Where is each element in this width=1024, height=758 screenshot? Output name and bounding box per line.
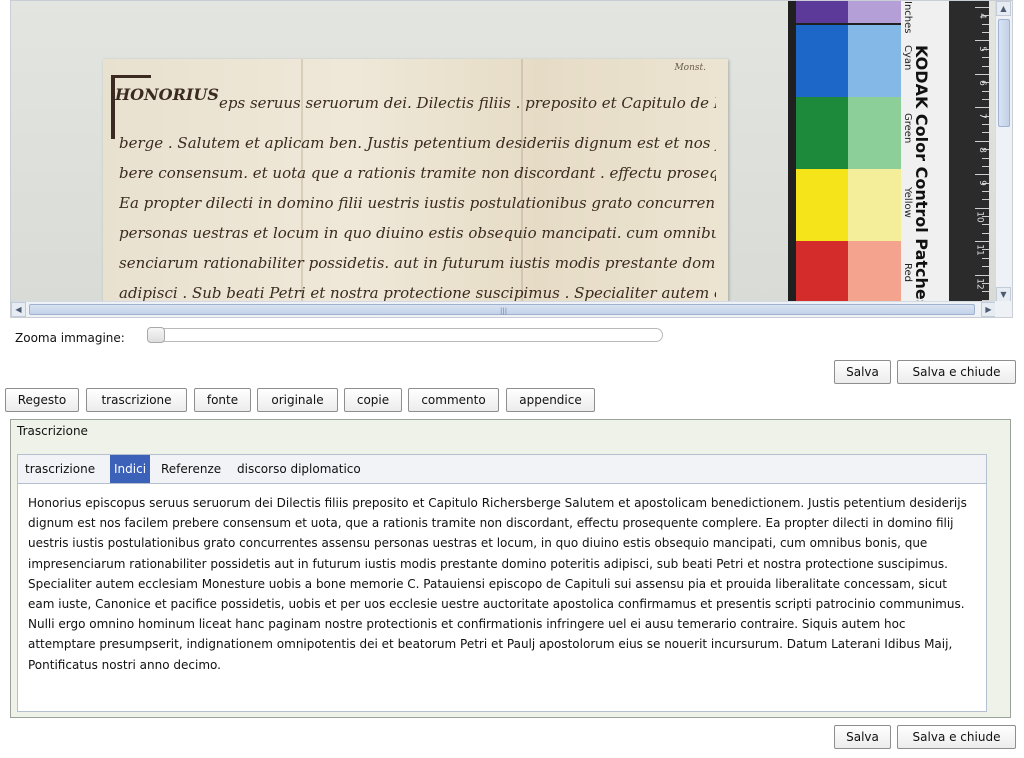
ruler-tick: [982, 32, 989, 34]
scrollbar-corner: [995, 301, 1012, 317]
transcription-panel: Trascrizione trascrizione Indici Referen…: [10, 419, 1011, 718]
horizontal-scrollbar[interactable]: ◀ ||| ▶: [11, 301, 996, 317]
panel-tab-indici[interactable]: Indici: [110, 455, 151, 483]
color-patch-cyan: [848, 25, 902, 97]
ruler-tick: [982, 132, 989, 134]
kodak-label-green: Green: [902, 113, 913, 144]
vertical-scrollbar[interactable]: ▲ ▼: [995, 1, 1012, 302]
color-patch-red: [848, 241, 902, 302]
color-patch-yellow: [848, 169, 902, 241]
ruler-number: 5: [977, 46, 988, 53]
ruler-number: 12: [974, 277, 985, 290]
color-patch-yellow: [796, 169, 848, 241]
color-patch-green: [796, 97, 848, 169]
ruler-tick: [982, 257, 989, 259]
ruler-tick: [982, 57, 989, 59]
ruler-tick: [975, 73, 989, 75]
manuscript-line: adipisci . Sub beati Petri et nostra pro…: [119, 284, 716, 302]
color-patch-green: [848, 97, 902, 169]
panel-tab-referenze[interactable]: Referenze: [157, 455, 225, 483]
kodak-label-strip: Inches KODAK Color Control Patches Cyan …: [901, 1, 949, 302]
manuscript-line: senciarum rationabiliter possidetis. aut…: [119, 254, 716, 272]
triangle-down-icon[interactable]: ▼: [996, 287, 1011, 302]
kodak-title: KODAK Color Control Patches: [912, 45, 931, 302]
color-patch-cyan: [796, 25, 848, 97]
manuscript-image[interactable]: Monst. HONORIUS eps seruus seruorum dei.…: [11, 1, 996, 302]
ruler-tick: [975, 174, 989, 176]
manuscript-line: bere consensum. et uota que a rationis t…: [119, 164, 716, 182]
ruler-tick: [982, 165, 989, 167]
ruler-tick: [982, 266, 989, 268]
ruler-tick: [982, 23, 989, 25]
ruler-tick: [982, 65, 989, 67]
ruler-tick: [982, 124, 989, 126]
ruler-tick: [982, 291, 989, 293]
ruler-tick: [982, 199, 989, 201]
panel-tab-trascrizione[interactable]: trascrizione: [21, 455, 99, 483]
grip-icon: |||: [500, 307, 508, 315]
ruler-number: 10: [974, 210, 985, 223]
ruler-tick: [975, 274, 989, 276]
manuscript-line: eps seruus seruorum dei. Dilectis filiis…: [219, 94, 716, 112]
horizontal-scroll-thumb[interactable]: |||: [29, 304, 975, 315]
triangle-right-icon[interactable]: ▶: [981, 302, 996, 317]
color-patch-red: [796, 241, 848, 302]
ruler-number: 11: [974, 244, 985, 256]
ruler-number: 8: [977, 146, 988, 153]
ruler-number: 6: [977, 80, 988, 86]
manuscript-line: Ea propter dilecti in domino filii uestr…: [119, 194, 716, 212]
ruler-tick: [975, 7, 989, 8]
panel-tab-bar: trascrizione Indici Referenze discorso d…: [17, 454, 987, 483]
ruler-tick: [975, 40, 989, 42]
color-patch: [796, 1, 848, 23]
tab-originale[interactable]: originale: [257, 388, 338, 412]
kodak-label-inches: Inches: [902, 1, 913, 34]
zoom-slider-handle[interactable]: [147, 327, 165, 343]
tab-regesto[interactable]: Regesto: [5, 388, 79, 412]
ruler-tick: [975, 241, 989, 243]
panel-title: Trascrizione: [17, 424, 88, 438]
triangle-up-icon[interactable]: ▲: [996, 1, 1011, 16]
kodak-label-cyan: Cyan: [902, 45, 913, 71]
save-and-close-button-bottom[interactable]: Salva e chiude: [897, 725, 1016, 749]
ruler-tick: [975, 207, 989, 209]
ruler-number: 9: [977, 180, 988, 187]
manuscript-line: berge . Salutem et aplicam ben. Justis p…: [119, 134, 716, 152]
triangle-left-icon[interactable]: ◀: [11, 302, 26, 317]
image-viewer[interactable]: Monst. HONORIUS eps seruus seruorum dei.…: [10, 0, 1013, 318]
ruler-tick: [982, 98, 989, 100]
kodak-label-red: Red: [902, 263, 913, 282]
parchment: Monst. HONORIUS eps seruus seruorum dei.…: [103, 59, 728, 302]
ruler-tick: [982, 190, 989, 192]
manuscript-corner-note: Monst.: [674, 63, 706, 73]
measuring-ruler: 4 5 6 7 8 9 10 11 12: [949, 1, 989, 302]
kodak-label-yellow: Yellow: [902, 187, 913, 218]
zoom-label: Zoomа immagine:: [15, 331, 125, 345]
ruler-tick: [982, 90, 989, 92]
save-button-bottom[interactable]: Salva: [834, 725, 891, 749]
tab-fonte[interactable]: fonte: [194, 388, 251, 412]
vertical-scroll-thumb[interactable]: [998, 19, 1010, 127]
color-patch: [848, 1, 902, 23]
zoom-slider[interactable]: [147, 327, 663, 343]
ruler-number: 4: [977, 13, 988, 19]
ruler-tick: [982, 224, 989, 226]
tab-copie[interactable]: copie: [344, 388, 402, 412]
ruler-number: 7: [977, 113, 988, 120]
save-button[interactable]: Salva: [834, 360, 891, 384]
save-and-close-button[interactable]: Salva e chiude: [897, 360, 1016, 384]
ruler-tick: [982, 157, 989, 159]
transcription-text[interactable]: Honorius episcopus seruus seruorum dei D…: [17, 483, 987, 712]
tab-commento[interactable]: commento: [408, 388, 499, 412]
ruler-tick: [975, 107, 989, 109]
ruler-tick: [982, 232, 989, 234]
panel-tab-discorso-diplomatico[interactable]: discorso diplomatico: [233, 455, 365, 483]
tab-trascrizione[interactable]: trascrizione: [86, 388, 187, 412]
manuscript-line: personas uestras et locum in quo diuino …: [119, 224, 716, 242]
tab-appendice[interactable]: appendice: [506, 388, 595, 412]
ruler-tick: [975, 140, 989, 142]
